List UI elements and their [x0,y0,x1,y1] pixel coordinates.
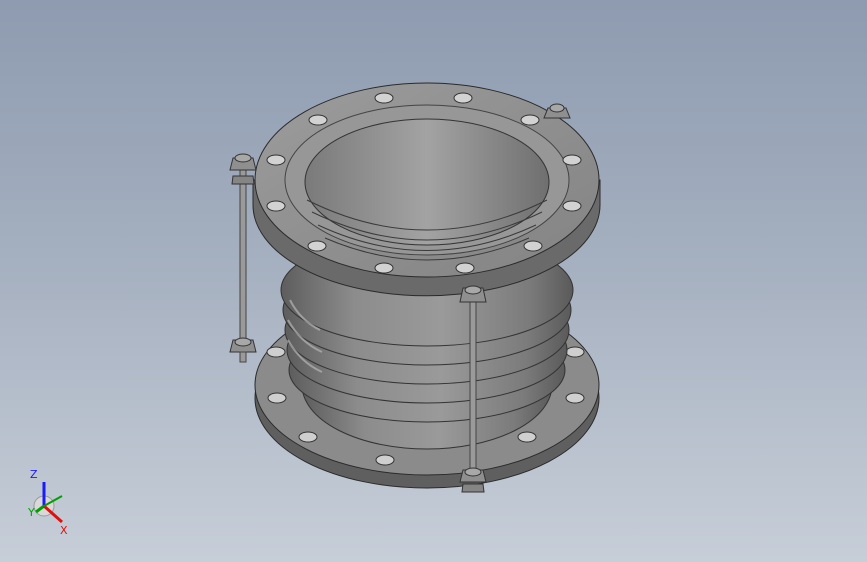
orientation-triad[interactable]: Z Y X [22,466,78,536]
tie-rod-left[interactable] [229,153,257,363]
graphics-viewport[interactable] [0,0,867,562]
y-axis-label: Y [27,506,35,519]
tie-rod-back[interactable] [543,103,571,119]
x-axis-label: X [60,524,68,536]
z-axis-label: Z [30,468,38,481]
